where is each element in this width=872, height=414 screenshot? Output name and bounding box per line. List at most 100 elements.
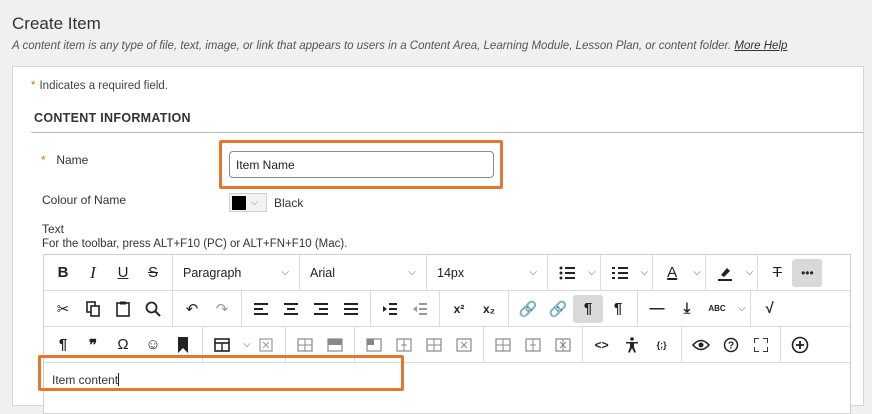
accessibility-icon[interactable] <box>617 331 647 359</box>
highlight-color-icon[interactable] <box>710 259 740 287</box>
code-icon[interactable]: <> <box>587 331 617 359</box>
bold-button[interactable]: B <box>48 259 78 287</box>
paste-icon[interactable] <box>108 295 138 323</box>
copy-icon[interactable] <box>78 295 108 323</box>
toolbar-separator <box>637 290 638 327</box>
spellcheck-icon[interactable]: ABC <box>702 295 732 323</box>
chevron-down-icon: ⌵ <box>529 267 537 278</box>
toolbar-hint: For the toolbar, press ALT+F10 (PC) or A… <box>42 238 348 250</box>
chevron-down-icon[interactable]: ⌵ <box>588 267 596 278</box>
find-icon[interactable] <box>138 295 168 323</box>
font-size-select[interactable]: 14px ⌵ <box>431 259 543 287</box>
clear-format-icon[interactable]: T <box>762 259 792 287</box>
underline-button[interactable]: U <box>108 259 138 287</box>
chevron-down-icon[interactable]: ⌵ <box>243 339 251 350</box>
cut-icon[interactable]: ✂ <box>48 295 78 323</box>
preview-icon[interactable] <box>686 331 716 359</box>
editor-content-value: Item content <box>52 373 119 387</box>
table-icon[interactable] <box>207 331 237 359</box>
table-delete-row-icon[interactable] <box>548 331 578 359</box>
chevron-down-icon[interactable]: ⌵ <box>746 267 754 278</box>
table-col-before-icon[interactable] <box>389 331 419 359</box>
page-description-text: A content item is any type of file, text… <box>12 40 732 52</box>
toolbar-separator <box>482 326 484 363</box>
toolbar-separator <box>779 326 781 363</box>
more-options-button[interactable]: ••• <box>792 258 823 287</box>
more-help-link[interactable]: More Help <box>734 40 787 52</box>
toolbar-row-2: ✂ ↶ ↷ x² x₂ 🔗 🔗 ¶ ¶ — ⤓ ABC ⌵ √ <box>44 290 850 327</box>
editor-content-text[interactable]: Item content <box>52 373 120 387</box>
text-cursor <box>118 373 120 386</box>
strikethrough-button[interactable]: S <box>138 259 168 287</box>
bookmark-icon[interactable] <box>168 331 198 359</box>
subscript-icon[interactable]: x₂ <box>474 295 504 323</box>
link-icon[interactable]: 🔗 <box>513 295 543 323</box>
toolbar-separator <box>757 254 759 291</box>
rtl-direction-icon[interactable]: ¶ <box>603 295 633 323</box>
blockquote-icon[interactable]: ❞ <box>78 331 108 359</box>
ltr-direction-icon[interactable]: ¶ <box>573 294 603 323</box>
toolbar-separator <box>508 290 509 327</box>
table-delete-col-icon[interactable] <box>449 331 479 359</box>
show-blocks-icon[interactable]: ¶ <box>48 331 78 359</box>
bullet-list-icon[interactable] <box>552 259 582 287</box>
colour-value: Black <box>274 196 304 210</box>
indent-icon[interactable] <box>375 295 405 323</box>
name-input[interactable] <box>229 151 494 178</box>
fullscreen-icon[interactable] <box>746 331 776 359</box>
table-col-after-icon[interactable] <box>419 331 449 359</box>
table-row-before-icon[interactable] <box>290 331 320 359</box>
help-icon[interactable]: ? <box>716 331 746 359</box>
source-code-icon[interactable]: {;} <box>647 331 677 359</box>
horizontal-line-icon[interactable]: — <box>642 295 672 323</box>
align-center-icon[interactable] <box>276 295 306 323</box>
add-content-icon[interactable] <box>785 331 815 359</box>
table-row-after-icon[interactable] <box>320 331 350 359</box>
align-justify-icon[interactable] <box>336 295 366 323</box>
text-label: Text <box>42 222 65 236</box>
name-label: * Name <box>41 153 88 167</box>
toolbar-separator <box>172 290 173 327</box>
numbered-list-icon[interactable] <box>605 259 635 287</box>
table-delete-icon[interactable] <box>251 331 281 359</box>
colour-picker[interactable]: ⌵ <box>229 193 267 212</box>
paragraph-format-value: Paragraph <box>183 265 242 280</box>
chevron-down-icon[interactable]: ⌵ <box>693 267 701 278</box>
table-split-icon[interactable] <box>518 331 548 359</box>
insert-icon[interactable]: ⤓ <box>672 295 702 323</box>
italic-button[interactable]: I <box>78 259 108 287</box>
toolbar-separator <box>353 326 355 363</box>
emoji-icon[interactable]: ☺ <box>138 331 168 359</box>
section-divider <box>31 132 863 133</box>
outdent-icon[interactable] <box>405 295 435 323</box>
toolbar-separator <box>426 254 427 291</box>
redo-icon[interactable]: ↷ <box>207 295 237 323</box>
align-right-icon[interactable] <box>306 295 336 323</box>
text-color-icon[interactable]: A <box>657 259 687 287</box>
unlink-icon[interactable]: 🔗 <box>543 295 573 323</box>
superscript-icon[interactable]: x² <box>444 295 474 323</box>
math-icon[interactable]: √ <box>755 295 785 323</box>
toolbar-separator <box>202 326 203 363</box>
table-merge-icon[interactable] <box>488 331 518 359</box>
chevron-down-icon: ⌵ <box>251 197 258 207</box>
toolbar-separator <box>241 290 242 327</box>
toolbar-separator <box>581 326 583 363</box>
toolbar-separator <box>704 254 706 291</box>
special-character-icon[interactable]: Ω <box>108 331 138 359</box>
toolbar-separator <box>652 254 654 291</box>
chevron-down-icon[interactable]: ⌵ <box>641 267 649 278</box>
toolbar-separator <box>439 290 440 327</box>
required-note: * Indicates a required field. <box>31 80 168 92</box>
align-left-icon[interactable] <box>246 295 276 323</box>
font-family-select[interactable]: Arial ⌵ <box>304 259 422 287</box>
paragraph-format-select[interactable]: Paragraph ⌵ <box>177 259 295 287</box>
undo-icon[interactable]: ↶ <box>177 295 207 323</box>
editor-content-area[interactable]: Item content <box>44 365 850 413</box>
name-label-text: Name <box>56 153 89 167</box>
section-title: CONTENT INFORMATION <box>34 111 191 125</box>
chevron-down-icon[interactable]: ⌵ <box>738 303 746 314</box>
table-cell-props-icon[interactable] <box>359 331 389 359</box>
toolbar-separator <box>284 326 286 363</box>
colour-label: Colour of Name <box>42 193 127 207</box>
